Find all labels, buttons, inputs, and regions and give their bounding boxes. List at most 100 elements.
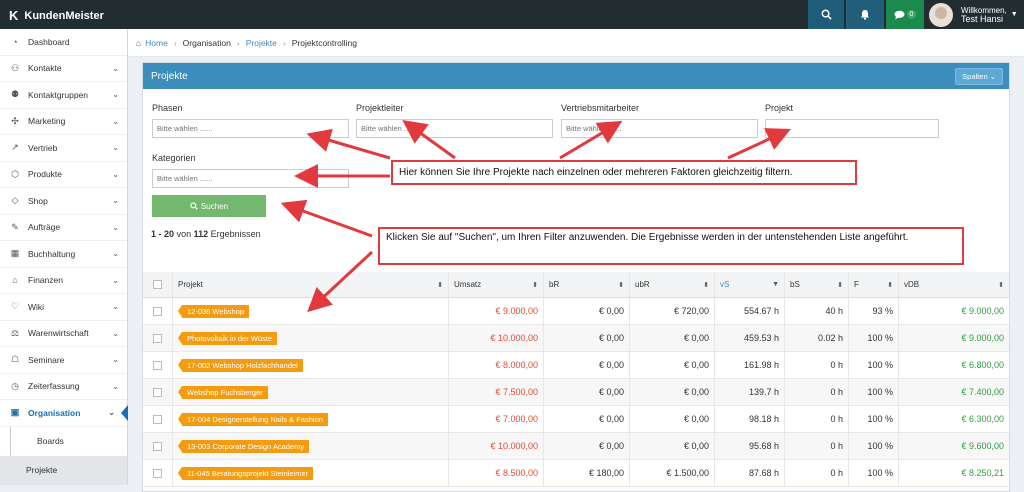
- f-cell: 100 %: [849, 325, 899, 351]
- sidebar-subitem-label: Boards: [37, 436, 64, 446]
- project-tag-link[interactable]: 17-004 Designerstellung Nails & Fashion: [178, 412, 328, 426]
- project-tag-link[interactable]: 17-002 Webshop Holzfachhandel: [178, 358, 303, 372]
- project-tag-link[interactable]: Photovoltaik in der Wüste: [177, 331, 278, 345]
- filter-label-kategorien: Kategorien: [152, 153, 196, 163]
- breadcrumb-home-link[interactable]: Home: [145, 38, 168, 48]
- sidebar-item-wiki[interactable]: ♡ Wiki ⌄: [0, 294, 127, 321]
- table-row[interactable]: 11-045 Beratungsprojekt Steinleimer € 8.5…: [143, 460, 1009, 487]
- suchen-button-label: Suchen: [200, 201, 229, 211]
- table-row[interactable]: Photovoltaik in der Wüste € 10.000,00 € 0,…: [143, 325, 1009, 352]
- sidebar-item-buchhaltung[interactable]: ▦ Buchhaltung ⌄: [0, 241, 127, 268]
- sidebar-item-warenwirtschaft[interactable]: ⚖ Warenwirtschaft ⌄: [0, 321, 127, 347]
- row-checkbox[interactable]: [153, 360, 162, 370]
- sort-desc-icon: ▼: [772, 281, 779, 288]
- project-tag-link[interactable]: 13-003 Corporate Design Academy: [177, 439, 310, 453]
- row-checkbox[interactable]: [153, 414, 162, 424]
- column-header-bs[interactable]: bS ⬍: [785, 272, 849, 297]
- sidebar-item-seminare[interactable]: ☖ Seminare ⌄: [0, 347, 127, 374]
- row-checkbox[interactable]: [153, 306, 162, 316]
- column-header-ubr[interactable]: ubR ⬍: [630, 272, 715, 297]
- column-header-f[interactable]: F ⬍: [849, 272, 899, 297]
- columns-dropdown-button[interactable]: Spalten ⌄: [955, 68, 1003, 85]
- row-select-cell: [143, 433, 173, 459]
- sidebar-item-organisation[interactable]: ▣ Organisation ⌄: [0, 400, 128, 427]
- organisation-icon: ▣: [10, 407, 20, 418]
- table-row[interactable]: 17-004 Designerstellung Nails & Fashion €…: [143, 406, 1009, 433]
- top-navbar: K KundenMeister 0 Willkommen, Test Hansi…: [0, 0, 1024, 29]
- sidebar-item-label: Warenwirtschaft: [28, 328, 89, 339]
- messages-button[interactable]: 0: [886, 0, 924, 29]
- bs-cell: 0.02 h: [785, 325, 849, 351]
- bell-icon: [861, 10, 869, 20]
- br-cell: € 0,00: [544, 433, 630, 459]
- search-button[interactable]: [808, 0, 844, 29]
- column-header-vdb[interactable]: vDB ⬍: [899, 272, 1009, 297]
- sidebar-item-zeiterfassung[interactable]: ◷ Zeiterfassung ⌄: [0, 374, 127, 400]
- chevron-down-icon: ⌄: [112, 169, 119, 179]
- columns-button-label: Spalten: [962, 72, 988, 81]
- sidebar-item-dashboard[interactable]: ◔ Dashboard: [0, 29, 127, 56]
- row-checkbox[interactable]: [153, 333, 162, 343]
- suchen-button[interactable]: Suchen: [152, 195, 266, 217]
- project-tag-link[interactable]: 11-045 Beratungsprojekt Steinleimer: [177, 466, 314, 480]
- project-tag-link[interactable]: 12-036 Webshop: [178, 304, 249, 318]
- f-cell: 100 %: [849, 460, 899, 486]
- filter-label-vertriebsmitarbeiter: Vertriebsmitarbeiter: [561, 103, 640, 113]
- column-header-umsatz[interactable]: Umsatz ⬍: [449, 272, 544, 297]
- results-to: 20: [164, 229, 175, 239]
- sidebar-subitem-projekte[interactable]: Projekte: [0, 455, 127, 485]
- app-logo[interactable]: K KundenMeister: [9, 8, 104, 23]
- sidebar-item-produkte[interactable]: ⬡ Produkte ⌄: [0, 162, 127, 188]
- table-row[interactable]: Webshop Fuchsberger € 7.500,00 € 0,00 € 0,0…: [143, 379, 1009, 406]
- sidebar-item-finanzen[interactable]: ⌂ Finanzen ⌄: [0, 268, 127, 294]
- umsatz-cell: € 7.500,00: [449, 379, 544, 405]
- column-header-projekt[interactable]: Projekt ⬍: [173, 272, 449, 297]
- column-header-vs[interactable]: vS ▼: [715, 272, 785, 297]
- sidebar-item-vertrieb[interactable]: ↗ Vertrieb ⌄: [0, 135, 127, 162]
- table-row[interactable]: 13-003 Corporate Design Academy € 10.000,…: [143, 433, 1009, 460]
- sidebar-subitem-boards[interactable]: Boards: [10, 426, 127, 456]
- sidebar-item-label: Shop: [28, 195, 48, 206]
- vs-cell: 98.18 h: [715, 406, 785, 432]
- sort-icon: ⬍: [437, 281, 443, 289]
- sidebar-item-label: Wiki: [28, 301, 45, 312]
- notifications-button[interactable]: [846, 0, 884, 29]
- kategorien-select[interactable]: [152, 169, 349, 188]
- table-row[interactable]: 17-002 Webshop Holzfachhandel € 8.000,00 €…: [143, 352, 1009, 379]
- results-count: 1 - 20 von 112 Ergebnissen: [151, 229, 261, 239]
- column-header-br[interactable]: bR ⬍: [544, 272, 630, 297]
- column-header-label: Projekt: [178, 280, 203, 289]
- sidebar-item-marketing[interactable]: ✣ Marketing ⌄: [0, 109, 127, 135]
- chevron-down-icon: ⌄: [112, 328, 119, 338]
- products-icon: ⬡: [11, 168, 19, 179]
- row-checkbox[interactable]: [153, 441, 162, 451]
- ubr-cell: € 1.500,00: [630, 460, 715, 486]
- user-menu[interactable]: Willkommen, Test Hansi ▼: [926, 0, 1024, 29]
- br-cell: € 0,00: [544, 379, 630, 405]
- results-from: 1: [151, 229, 157, 239]
- select-all-checkbox[interactable]: [153, 280, 162, 289]
- projects-panel: Projekte Spalten ⌄ Phasen Projektleiter …: [142, 62, 1010, 492]
- vertriebsmitarbeiter-select[interactable]: [561, 119, 758, 138]
- projekt-input[interactable]: [765, 119, 939, 138]
- projektleiter-select[interactable]: [356, 119, 553, 138]
- sidebar-item-kontaktgruppen[interactable]: ⚉ Kontaktgruppen ⌄: [0, 82, 127, 109]
- breadcrumb-projekte-link[interactable]: Projekte: [246, 38, 277, 48]
- row-checkbox[interactable]: [153, 468, 162, 478]
- table-row[interactable]: 12-036 Webshop € 9.000,00 € 0,00 € 720,00 55…: [143, 298, 1009, 325]
- sidebar-item-kontakte[interactable]: ⚇ Kontakte ⌄: [0, 56, 127, 82]
- sidebar-item-label: Buchhaltung: [28, 248, 76, 259]
- project-tag-link[interactable]: Webshop Fuchsberger: [178, 385, 268, 399]
- results-total: 112: [193, 229, 209, 239]
- sidebar-item-shop[interactable]: ◇ Shop ⌄: [0, 188, 127, 215]
- ubr-cell: € 0,00: [630, 379, 715, 405]
- sidebar-item-auftraege[interactable]: ✎ Aufträge ⌄: [0, 215, 127, 241]
- phasen-select[interactable]: [152, 119, 349, 138]
- sidebar-subitem-label: Projekte: [26, 465, 58, 475]
- sidebar-item-label: Vertrieb: [28, 142, 58, 153]
- sidebar: ◔ Dashboard ⚇ Kontakte ⌄ ⚉ Kontaktgruppen ⌄ ✣…: [0, 29, 128, 485]
- row-checkbox[interactable]: [153, 387, 162, 397]
- filter-label-phasen: Phasen: [152, 103, 183, 113]
- avatar: [929, 2, 953, 27]
- row-select-cell: [143, 406, 173, 432]
